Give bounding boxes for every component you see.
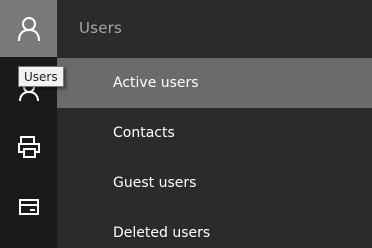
icon-rail (0, 0, 57, 248)
nav-item-label: Active users (113, 75, 199, 91)
rail-item-billing[interactable] (0, 178, 57, 235)
nav-item-contacts[interactable]: Contacts (57, 108, 372, 158)
rail-item-devices[interactable] (0, 118, 57, 175)
rail-item-users[interactable] (0, 0, 57, 57)
card-icon (18, 198, 40, 216)
nav-item-active-users[interactable]: Active users (57, 58, 372, 108)
nav-item-guest-users[interactable]: Guest users (57, 158, 372, 208)
panel-title: Users (79, 19, 123, 37)
users-panel: Users Active users Contacts Guest users … (57, 0, 372, 248)
nav-item-deleted-users[interactable]: Deleted users (57, 208, 372, 248)
tooltip: Users (18, 66, 64, 87)
admin-app: Users Active users Contacts Guest users … (0, 0, 372, 248)
nav-item-label: Guest users (113, 175, 197, 191)
print-icon (17, 135, 41, 159)
user-icon (17, 16, 41, 42)
nav-item-label: Contacts (113, 125, 175, 141)
nav-item-label: Deleted users (113, 225, 211, 241)
